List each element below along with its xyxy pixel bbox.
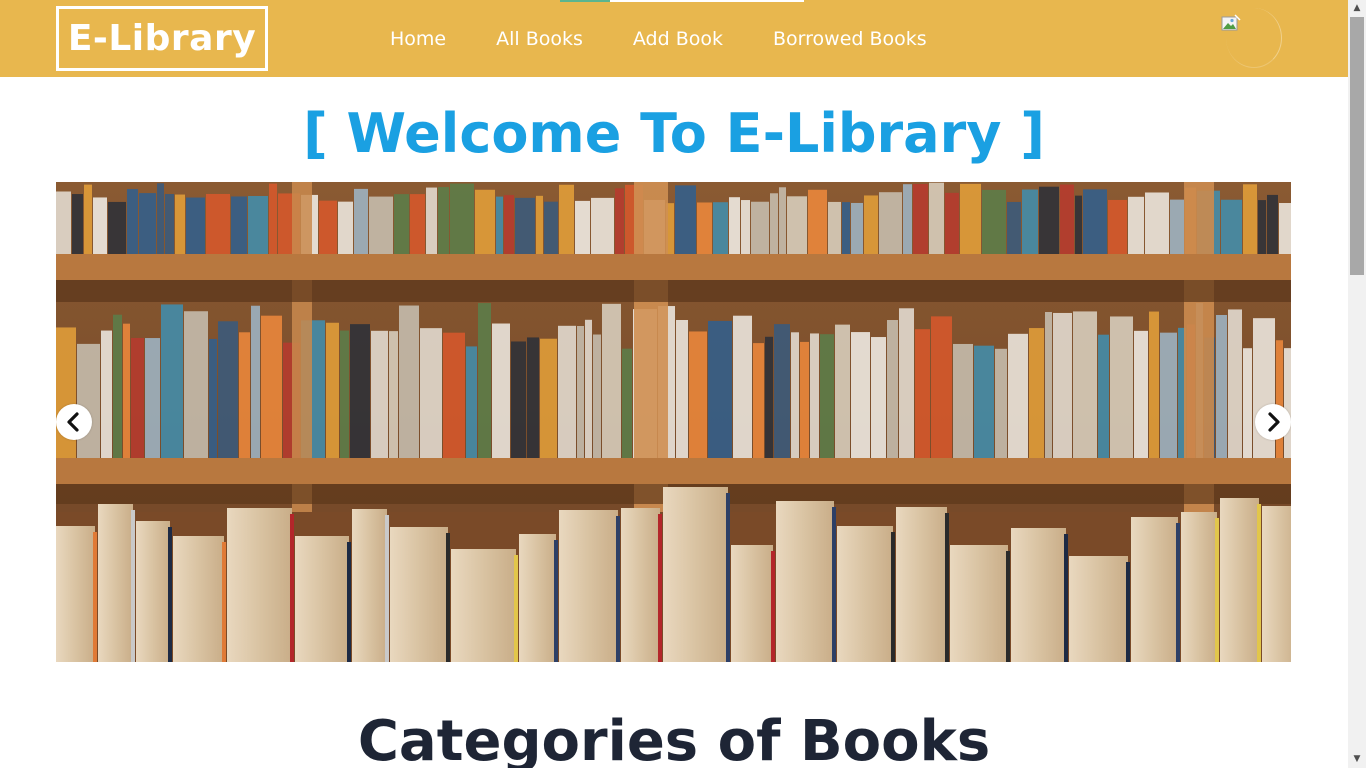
vertical-scrollbar[interactable]: ▲ ▼ [1348, 0, 1366, 768]
avatar-broken-image-icon[interactable] [1221, 14, 1241, 34]
carousel-prev-button[interactable] [56, 404, 92, 440]
chevron-right-icon [1268, 412, 1280, 432]
navbar: E-Library Home All Books Add Book Borrow… [0, 0, 1348, 77]
welcome-heading: [ Welcome To E-Library ] [303, 102, 1045, 165]
chevron-left-icon [67, 412, 79, 432]
scroll-down-arrow-icon[interactable]: ▼ [1348, 751, 1366, 768]
nav-links: Home All Books Add Book Borrowed Books [390, 0, 977, 77]
nav-home[interactable]: Home [390, 28, 446, 50]
nav-borrowed-books[interactable]: Borrowed Books [773, 28, 927, 50]
bookshelf-image [56, 182, 1291, 662]
scroll-thumb[interactable] [1350, 17, 1364, 275]
nav-add-book[interactable]: Add Book [633, 28, 723, 50]
page-loader-bar [560, 0, 804, 2]
categories-heading: Categories of Books [357, 709, 991, 768]
scroll-up-arrow-icon[interactable]: ▲ [1348, 0, 1366, 17]
page-loader-progress [560, 0, 610, 2]
site-logo[interactable]: E-Library [56, 6, 268, 71]
carousel-next-button[interactable] [1255, 404, 1291, 440]
hero-carousel[interactable] [56, 182, 1291, 662]
nav-all-books[interactable]: All Books [496, 28, 583, 50]
